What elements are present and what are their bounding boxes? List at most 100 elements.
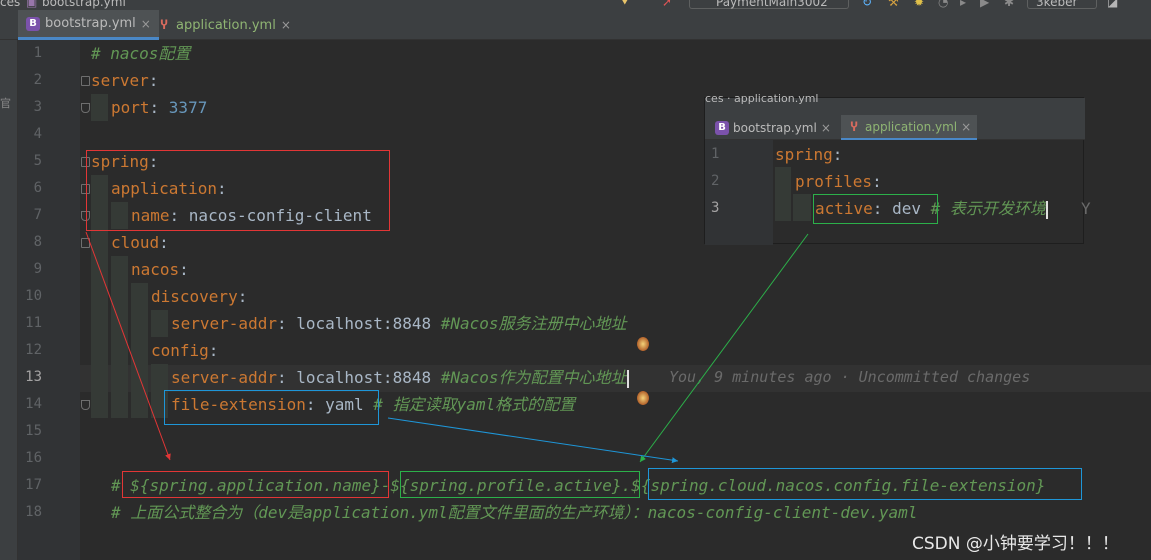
cursor-sparkle-decoration	[637, 391, 649, 405]
refresh-icon[interactable]: ↻	[862, 0, 872, 9]
comment: # 上面公式整合为（dev是application.yml配置文件里面的生产环境…	[111, 503, 918, 522]
line-number: 11	[25, 315, 42, 331]
pin-icon[interactable]: ⯆	[620, 0, 630, 10]
annotation-box-extension-formula	[648, 468, 1082, 500]
cursor-sparkle-decoration	[637, 337, 649, 351]
tab-application-yml[interactable]: Ⴤ application.yml ×	[149, 10, 299, 40]
side-text[interactable]: 官	[0, 95, 11, 111]
colon: :	[208, 341, 219, 360]
line-number: 4	[33, 126, 42, 142]
csdn-watermark: CSDN @小钟要学习！！！	[912, 534, 1119, 554]
top-fragment-left: ces	[0, 0, 21, 9]
editor-tab-bar: B bootstrap.yml × Ⴤ application.yml ×	[0, 10, 1151, 40]
run-config-select[interactable]: PaymentMain3002	[689, 0, 849, 9]
comment: #Nacos服务注册中心地址	[440, 314, 627, 333]
colon: :	[276, 314, 297, 333]
tab-bootstrap-yml[interactable]: B bootstrap.yml ×	[18, 10, 159, 40]
line-number: 6	[33, 180, 42, 196]
tab-label: application.yml	[865, 119, 958, 134]
colon: :	[832, 145, 843, 164]
indent-guide	[91, 94, 108, 121]
inset-tab-bootstrap-yml[interactable]: B bootstrap.yml ×	[709, 115, 837, 140]
bootstrap-icon: B	[715, 120, 729, 135]
code-line-9[interactable]: nacos:	[131, 256, 189, 283]
comment: # 表示开发环境	[930, 199, 1046, 218]
annotation-box-profile-formula	[400, 471, 640, 498]
text-caret	[626, 369, 629, 388]
code-line-1[interactable]: # nacos配置	[91, 40, 190, 67]
indent-guide	[111, 256, 128, 418]
line-number: 14	[25, 396, 42, 412]
line-number: 7	[33, 207, 42, 223]
line-number: 9	[33, 261, 42, 277]
top-fragment-file[interactable]: bootstrap.yml	[42, 0, 126, 9]
vcs-user-select[interactable]: 3keber	[1027, 0, 1097, 9]
close-icon[interactable]: ×	[821, 121, 831, 135]
yaml-key: server	[91, 71, 149, 90]
inset-line-number: 2	[711, 173, 720, 189]
fold-marker[interactable]	[81, 238, 90, 248]
build-icon[interactable]: ⚒	[888, 0, 899, 9]
yaml-icon: Ⴤ	[850, 119, 858, 134]
line-number: 1	[33, 45, 42, 61]
code-line-2[interactable]: server:	[91, 67, 158, 94]
inset-tab-application-yml[interactable]: Ⴤ application.yml ×	[841, 115, 978, 140]
text-caret	[1045, 200, 1048, 219]
code-line-18[interactable]: # 上面公式整合为（dev是application.yml配置文件里面的生产环境…	[111, 499, 917, 526]
close-icon[interactable]: ×	[281, 18, 291, 32]
yaml-key: server-addr	[171, 368, 277, 387]
yaml-key: config	[151, 341, 209, 360]
fold-marker[interactable]	[81, 76, 90, 86]
coverage-icon[interactable]: ◔	[938, 0, 948, 9]
code-line-11[interactable]: server-addr: localhost:8848 #Nacos服务注册中心…	[171, 310, 627, 337]
inset-title-strip: ces · application.yml	[705, 92, 1085, 115]
comment: # nacos配置	[91, 44, 191, 63]
annotation-box-active-dev	[813, 194, 938, 224]
line-number: 5	[33, 153, 42, 169]
indent-guide	[151, 310, 168, 337]
indent-guide	[775, 167, 791, 221]
profiler-icon[interactable]: ▸	[960, 0, 966, 9]
debug-icon[interactable]: ✹	[914, 0, 924, 9]
tab-label: bootstrap.yml	[45, 16, 136, 31]
code-line-13[interactable]: server-addr: localhost:8848 #Nacos作为配置中心…	[171, 364, 629, 391]
yaml-key: server-addr	[171, 314, 277, 333]
line-number: 12	[25, 342, 42, 358]
line-number: 15	[25, 423, 42, 439]
yaml-key: profiles	[795, 172, 873, 191]
inset-trailing-text: Y	[1081, 199, 1091, 218]
yaml-key: discovery	[151, 287, 238, 306]
close-icon[interactable]: ×	[961, 120, 971, 134]
yaml-value: localhost:8848	[296, 314, 441, 333]
fold-marker[interactable]	[81, 103, 90, 113]
indent-guide	[131, 283, 148, 418]
colon: :	[179, 260, 189, 279]
line-number: 3	[33, 99, 42, 115]
code-line-12[interactable]: config:	[151, 337, 218, 364]
yaml-icon: Ⴤ	[160, 18, 168, 32]
run-icon[interactable]: ▶	[980, 0, 989, 9]
git-blame-annotation[interactable]: You, 9 minutes ago · Uncommitted changes	[669, 364, 1030, 391]
top-toolbar: ces ▣ bootstrap.yml ⯆ ➚ PaymentMain3002 …	[0, 0, 1151, 10]
run-arrow-icon[interactable]: ➚	[662, 0, 672, 9]
line-number: 17	[25, 477, 42, 493]
inset-code-line-2[interactable]: profiles:	[795, 168, 882, 195]
colon: :	[159, 233, 169, 252]
comment: # 指定读取yaml格式的配置	[373, 395, 576, 414]
colon: :	[237, 287, 248, 306]
colon: :	[276, 368, 297, 387]
tab-label: bootstrap.yml	[733, 120, 817, 135]
fold-marker[interactable]	[81, 400, 90, 410]
colon: :	[149, 98, 169, 117]
line-number: 16	[25, 450, 42, 466]
code-line-8[interactable]: cloud:	[111, 229, 169, 256]
colon: :	[872, 172, 882, 191]
line-number: 18	[25, 504, 42, 520]
ide-icon[interactable]: ◪	[1107, 0, 1118, 9]
code-line-10[interactable]: discovery:	[151, 283, 247, 310]
inset-code-line-1[interactable]: spring:	[775, 141, 842, 168]
code-line-3[interactable]: port: 3377	[111, 94, 207, 121]
colon: :	[148, 71, 159, 90]
annotation-box-spring-application	[86, 150, 390, 231]
stop-icon[interactable]: ✱	[1004, 0, 1014, 9]
